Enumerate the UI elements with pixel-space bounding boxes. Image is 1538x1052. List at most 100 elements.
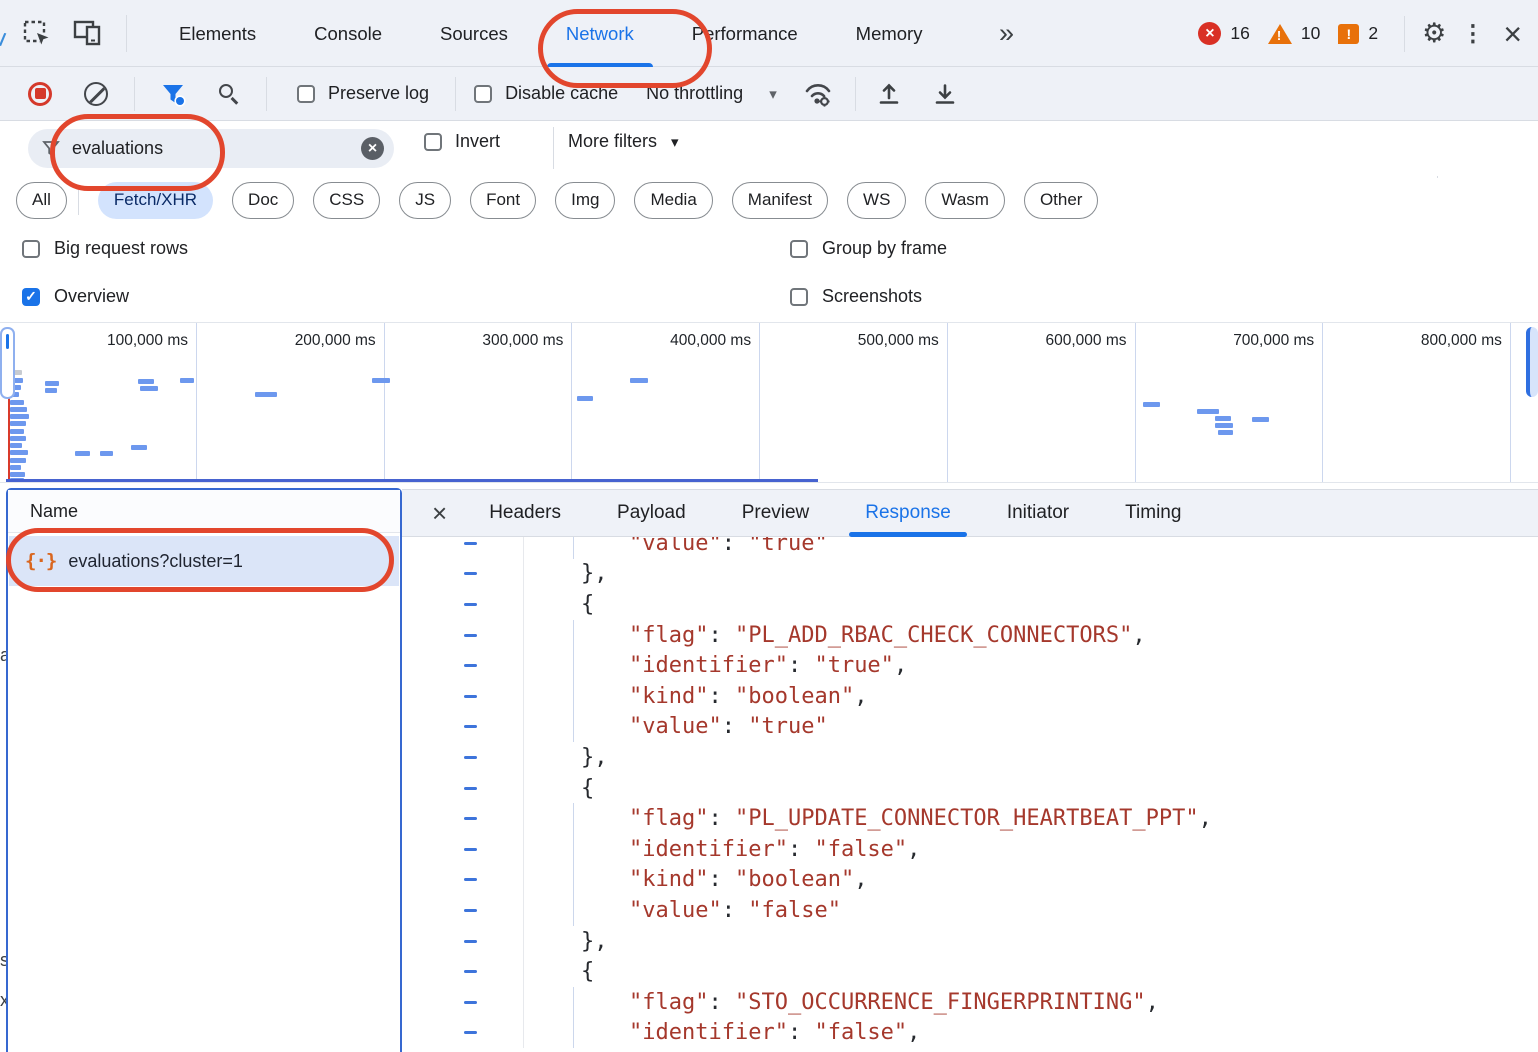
name-column-header[interactable]: Name [8,490,400,533]
code-gutter[interactable] [402,681,524,712]
details-tab-response[interactable]: Response [865,490,951,537]
throttling-caret-icon[interactable]: ▾ [769,85,777,103]
close-devtools-icon[interactable]: × [1499,18,1526,50]
code-gutter[interactable] [402,620,524,651]
clear-filter-icon[interactable]: × [361,137,384,160]
close-details-icon[interactable]: × [432,498,447,529]
tab-console[interactable]: Console [285,0,411,67]
code-gutter[interactable] [402,895,524,926]
timeline-gridline [1135,323,1136,482]
chip-all[interactable]: All [16,182,67,219]
code-gutter[interactable] [402,537,524,559]
chip-other[interactable]: Other [1024,182,1099,219]
fold-marker-icon[interactable] [464,940,477,943]
disable-cache-checkbox[interactable] [474,85,492,103]
indent-guide [573,1018,574,1049]
code-gutter[interactable] [402,742,524,773]
response-body-viewer[interactable]: "value": "true"},{"flag": "PL_ADD_RBAC_C… [402,537,1538,1052]
chip-doc[interactable]: Doc [232,182,294,219]
tab-network[interactable]: Network [537,0,663,67]
device-toolbar-icon[interactable] [72,18,104,48]
fold-marker-icon[interactable] [464,787,477,790]
group-by-frame-checkbox[interactable] [790,240,808,258]
chip-js[interactable]: JS [399,182,451,219]
big-request-rows-checkbox[interactable] [22,240,40,258]
settings-gear-icon[interactable]: ⚙ [1422,20,1446,47]
filter-input[interactable]: evaluations × [28,129,394,168]
tab-performance[interactable]: Performance [663,0,827,67]
preserve-log-checkbox[interactable] [297,85,315,103]
chip-font[interactable]: Font [470,182,536,219]
timeline-tick-label: 800,000 ms [1342,332,1502,350]
details-tab-payload[interactable]: Payload [617,490,686,537]
more-filters-button[interactable]: More filters ▾ [568,131,679,152]
error-count-icon[interactable]: × [1198,22,1221,45]
filter-toggle-icon[interactable] [160,81,186,107]
fold-marker-icon[interactable] [464,603,477,606]
code-gutter[interactable] [402,773,524,804]
fold-marker-icon[interactable] [464,725,477,728]
code-gutter[interactable] [402,559,524,590]
invert-checkbox[interactable] [424,133,442,151]
code-text: "kind": "boolean", [524,681,867,712]
record-network-log-button[interactable] [28,82,52,106]
search-icon[interactable] [217,82,241,106]
tab-elements[interactable]: Elements [150,0,285,67]
fold-marker-icon[interactable] [464,878,477,881]
code-gutter[interactable] [402,865,524,896]
tab-sources[interactable]: Sources [411,0,537,67]
import-har-icon[interactable] [876,81,902,107]
clear-network-log-button[interactable] [84,82,108,106]
chip-fetch-xhr[interactable]: Fetch/XHR [98,182,213,219]
code-gutter[interactable] [402,956,524,987]
overview-window-left-handle[interactable] [0,327,15,399]
fold-marker-icon[interactable] [464,817,477,820]
details-tab-headers[interactable]: Headers [489,490,561,537]
code-line: { [402,956,1538,987]
fold-marker-icon[interactable] [464,1031,477,1034]
overview-checkbox[interactable]: ✓ [22,288,40,306]
chip-img[interactable]: Img [555,182,615,219]
code-gutter[interactable] [402,834,524,865]
chip-media[interactable]: Media [634,182,712,219]
code-gutter[interactable] [402,712,524,743]
more-tabs-icon[interactable]: » [999,0,1012,67]
fold-marker-icon[interactable] [464,572,477,575]
code-gutter[interactable] [402,1018,524,1049]
fold-marker-icon[interactable] [464,756,477,759]
code-gutter[interactable] [402,650,524,681]
fold-marker-icon[interactable] [464,664,477,667]
network-conditions-icon[interactable] [803,80,833,108]
tab-memory[interactable]: Memory [827,0,952,67]
request-row-selected[interactable]: {·} evaluations?cluster=1 [9,536,399,586]
chip-ws[interactable]: WS [847,182,906,219]
issues-icon[interactable]: ! [1338,24,1359,44]
code-gutter[interactable] [402,926,524,957]
fold-marker-icon[interactable] [464,909,477,912]
fold-marker-icon[interactable] [464,1001,477,1004]
fold-marker-icon[interactable] [464,542,477,545]
details-tab-initiator[interactable]: Initiator [1007,490,1069,537]
overview-window-right-handle[interactable] [1526,327,1538,397]
fold-marker-icon[interactable] [464,970,477,973]
code-gutter[interactable] [402,803,524,834]
chip-manifest[interactable]: Manifest [732,182,828,219]
json-punctuation-token: { [581,959,594,984]
code-gutter[interactable] [402,589,524,620]
code-gutter[interactable] [402,987,524,1018]
export-har-icon[interactable] [932,81,958,107]
chip-wasm[interactable]: Wasm [925,182,1005,219]
throttling-select[interactable]: No throttling [646,83,743,104]
warning-count-icon[interactable]: ! [1268,24,1292,44]
screenshots-checkbox[interactable] [790,288,808,306]
fold-marker-icon[interactable] [464,634,477,637]
more-options-kebab-icon[interactable]: ⋮ [1455,20,1490,47]
fold-marker-icon[interactable] [464,695,477,698]
fold-marker-icon[interactable] [464,848,477,851]
inspect-element-icon[interactable] [22,19,52,49]
network-overview-timeline[interactable]: 100,000 ms200,000 ms300,000 ms400,000 ms… [0,322,1538,482]
chip-css[interactable]: CSS [313,182,380,219]
json-string-token: "PL_UPDATE_CONNECTOR_HEARTBEAT_PPT" [735,806,1199,831]
details-tab-preview[interactable]: Preview [742,490,810,537]
details-tab-timing[interactable]: Timing [1125,490,1181,537]
